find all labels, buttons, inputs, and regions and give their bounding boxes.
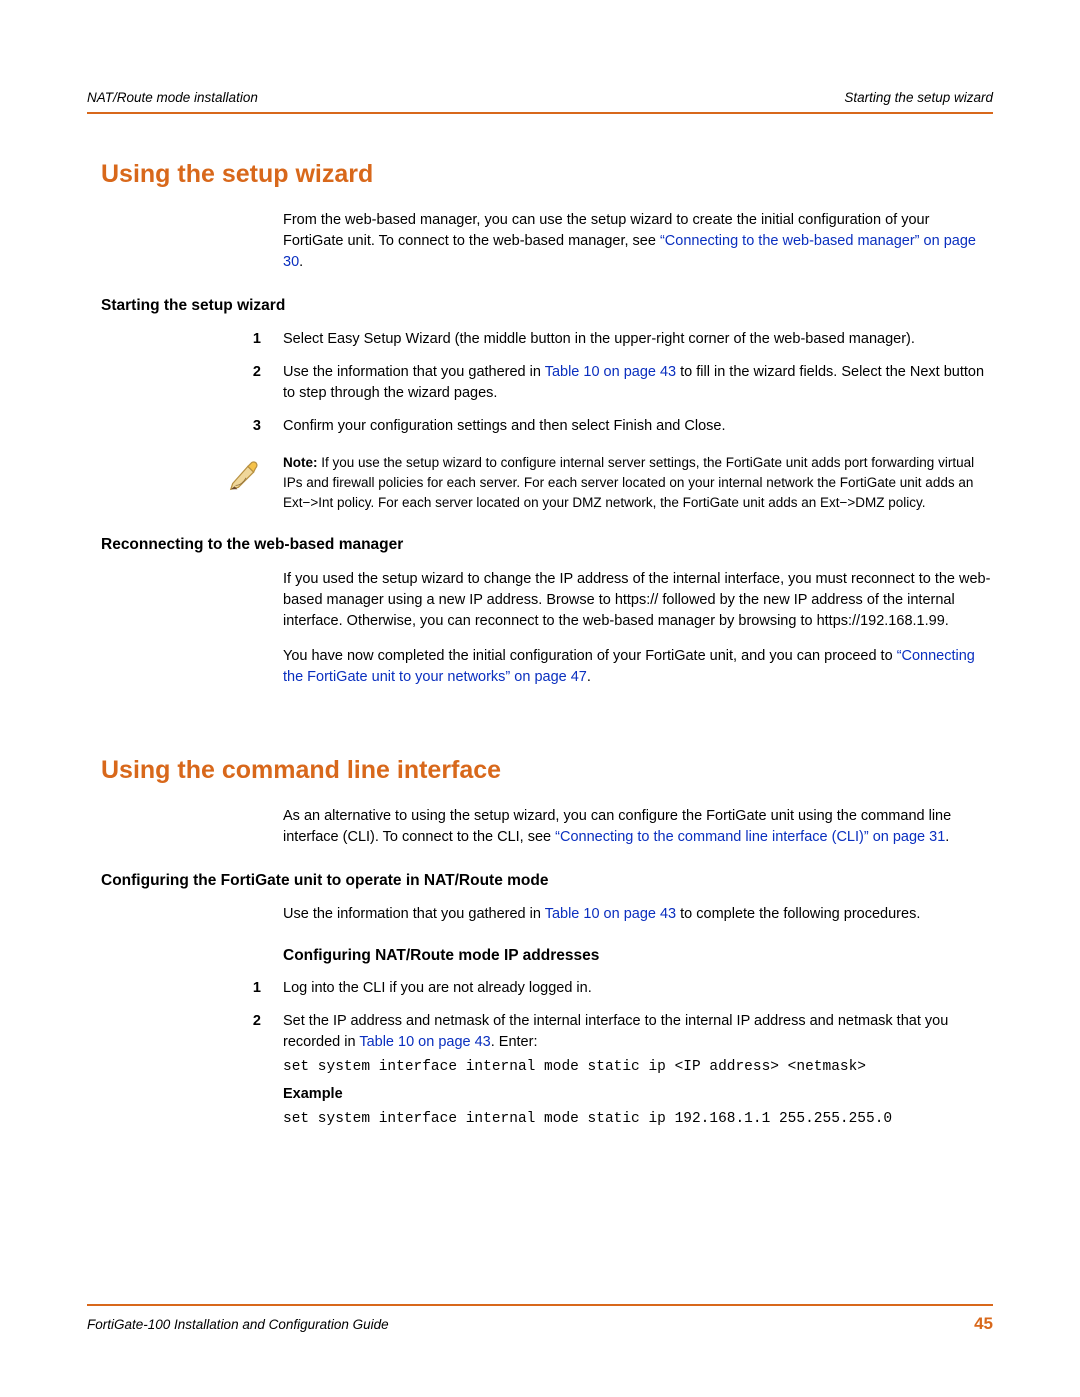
note-text: Note: If you use the setup wizard to con… xyxy=(283,453,993,512)
ordered-list: Log into the CLI if you are not already … xyxy=(227,978,993,1130)
text: Use the information that you gathered in xyxy=(283,906,545,922)
text: You have now completed the initial confi… xyxy=(283,648,897,664)
example-label: Example xyxy=(283,1084,993,1105)
cross-ref-link[interactable]: “Connecting to the command line interfac… xyxy=(555,829,945,845)
paragraph: You have now completed the initial confi… xyxy=(283,646,993,688)
heading-config-ip: Configuring NAT/Route mode IP addresses xyxy=(283,945,993,967)
header-right: Starting the setup wizard xyxy=(844,88,993,108)
header-left: NAT/Route mode installation xyxy=(87,88,258,108)
paragraph: From the web-based manager, you can use … xyxy=(283,210,993,273)
text: If you use the setup wizard to configure… xyxy=(283,455,974,509)
list-item: Set the IP address and netmask of the in… xyxy=(227,1011,993,1130)
running-header: NAT/Route mode installation Starting the… xyxy=(87,88,993,108)
code-block: set system interface internal mode stati… xyxy=(283,1109,993,1130)
page-number: 45 xyxy=(974,1312,993,1337)
heading-using-cli: Using the command line interface xyxy=(101,752,993,788)
paragraph: If you used the setup wizard to change t… xyxy=(283,569,993,632)
heading-using-setup-wizard: Using the setup wizard xyxy=(101,156,993,192)
list-item: Select Easy Setup Wizard (the middle but… xyxy=(227,329,993,350)
footer-rule xyxy=(87,1304,993,1306)
text: Use the information that you gathered in xyxy=(283,364,545,380)
note-icon xyxy=(227,455,269,500)
text: Log into the CLI if you are not already … xyxy=(283,980,592,996)
note-block: Note: If you use the setup wizard to con… xyxy=(227,453,993,512)
text: . xyxy=(299,254,303,270)
cross-ref-link[interactable]: Table 10 on page 43 xyxy=(545,906,676,922)
list-item: Log into the CLI if you are not already … xyxy=(227,978,993,999)
note-lead: Note: xyxy=(283,455,321,470)
list-item: Use the information that you gathered in… xyxy=(227,362,993,404)
text: to complete the following procedures. xyxy=(676,906,920,922)
text: Confirm your configuration settings and … xyxy=(283,418,725,434)
running-footer: FortiGate-100 Installation and Configura… xyxy=(87,1304,993,1337)
ordered-list: Select Easy Setup Wizard (the middle but… xyxy=(227,329,993,437)
text: Select Easy Setup Wizard (the middle but… xyxy=(283,331,915,347)
text: . Enter: xyxy=(491,1034,538,1050)
header-rule xyxy=(87,112,993,114)
code-block: set system interface internal mode stati… xyxy=(283,1057,993,1078)
heading-starting-setup-wizard: Starting the setup wizard xyxy=(101,295,993,317)
footer-title: FortiGate-100 Installation and Configura… xyxy=(87,1315,389,1335)
list-item: Confirm your configuration settings and … xyxy=(227,416,993,437)
paragraph: Use the information that you gathered in… xyxy=(283,904,993,925)
heading-reconnecting: Reconnecting to the web-based manager xyxy=(101,534,993,556)
text: . xyxy=(945,829,949,845)
heading-config-natroute: Configuring the FortiGate unit to operat… xyxy=(101,870,993,892)
cross-ref-link[interactable]: Table 10 on page 43 xyxy=(545,364,676,380)
text: . xyxy=(587,669,591,685)
cross-ref-link[interactable]: Table 10 on page 43 xyxy=(359,1034,490,1050)
paragraph: As an alternative to using the setup wiz… xyxy=(283,806,993,848)
